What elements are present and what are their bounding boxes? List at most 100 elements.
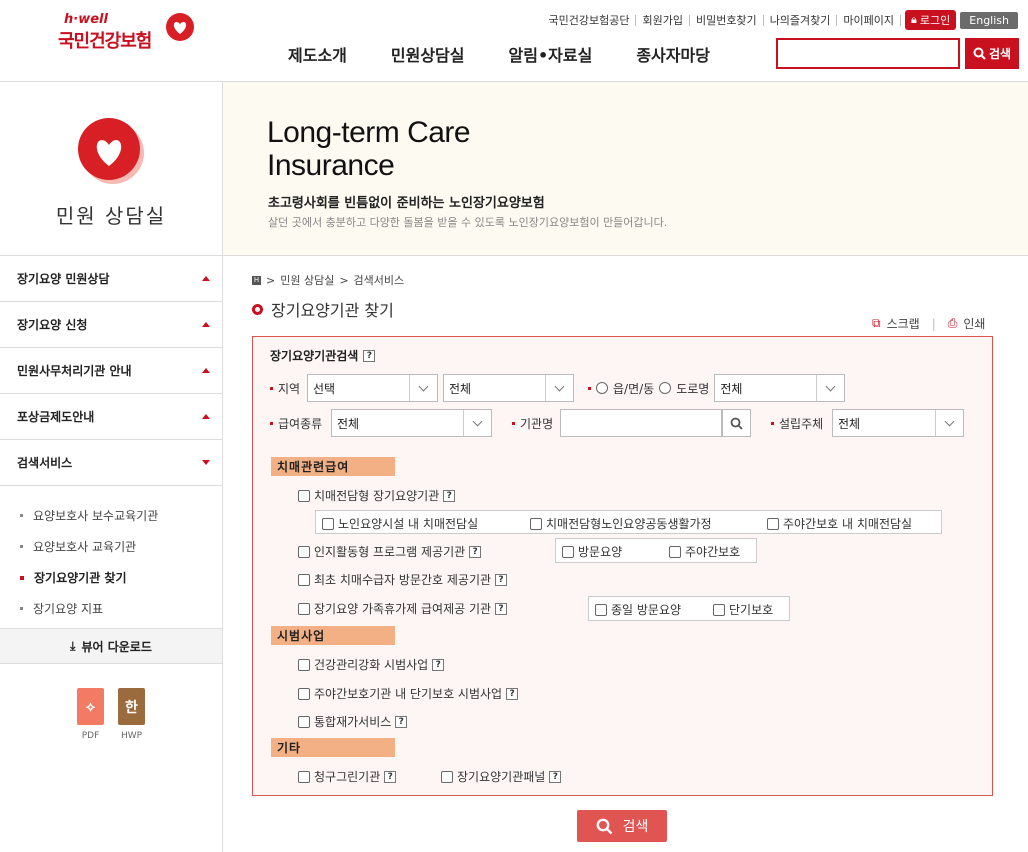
checkbox[interactable]	[562, 545, 574, 558]
link-nhis[interactable]: 국민건강보험공단	[543, 14, 637, 26]
submenu-item-caregiver-training[interactable]: 요양보호사 보수교육기관	[20, 500, 222, 531]
link-favorites[interactable]: 나의즐겨찾기	[764, 14, 838, 26]
org-search-button[interactable]	[722, 409, 751, 437]
checkbox[interactable]	[298, 770, 310, 783]
benefit-label: 급여종류	[270, 415, 331, 432]
radio-town[interactable]	[596, 382, 608, 394]
help-icon[interactable]: ?	[495, 573, 508, 586]
hwp-viewer-link[interactable]: 한 HWP	[118, 688, 145, 741]
checkbox[interactable]	[298, 658, 310, 671]
checkbox[interactable]	[767, 517, 779, 530]
logo-name: 국민건강보험	[58, 31, 152, 52]
viewer-download-button[interactable]: ⤓ 뷰어 다운로드	[0, 628, 222, 664]
check-label: 주야간보호기관 내 단기보호 시범사업	[314, 687, 503, 701]
breadcrumb-item[interactable]: 민원 상담실	[280, 272, 334, 288]
checkbox[interactable]	[441, 770, 453, 783]
header-search-button[interactable]: 검색	[965, 38, 1019, 69]
help-icon[interactable]: ?	[495, 602, 508, 615]
check-daycare-shortstay-pilot[interactable]: 주야간보호기관 내 단기보호 시범사업?	[298, 685, 519, 702]
check-first-dementia-nursing[interactable]: 최초 치매수급자 방문간호 제공기관?	[298, 571, 508, 588]
check-daycare-dementia-room[interactable]: 주야간보호 내 치매전담실	[767, 515, 912, 532]
help-icon[interactable]: ?	[384, 770, 397, 783]
pdf-viewer-link[interactable]: ⟡ PDF	[77, 688, 104, 741]
sidebar-item-ltc-counsel[interactable]: 장기요양 민원상담	[0, 256, 222, 302]
checkbox[interactable]	[713, 603, 725, 616]
region-select-city[interactable]: 전체	[443, 374, 574, 402]
nav-item-workers[interactable]: 종사자마당	[636, 42, 710, 66]
home-icon[interactable]: H	[252, 275, 261, 285]
check-short-term-care[interactable]: 단기보호	[713, 601, 773, 618]
help-icon[interactable]: ?	[363, 349, 376, 362]
check-cognitive-program[interactable]: 인지활동형 프로그램 제공기관?	[298, 543, 482, 560]
english-button[interactable]: English	[960, 11, 1018, 29]
help-icon[interactable]: ?	[469, 545, 482, 558]
sidebar-item-ltc-apply[interactable]: 장기요양 신청	[0, 302, 222, 348]
org-name-label-text: 기관명	[520, 416, 554, 431]
help-icon[interactable]: ?	[506, 687, 519, 700]
check-label: 인지활동형 프로그램 제공기관	[314, 545, 466, 559]
checkbox[interactable]	[298, 489, 310, 502]
print-button[interactable]: 인쇄	[963, 315, 985, 332]
help-icon[interactable]: ?	[395, 715, 408, 728]
check-home-visit-care[interactable]: 방문요양	[562, 543, 622, 560]
title-ring-icon	[252, 303, 263, 315]
region-label-text: 지역	[278, 381, 301, 396]
sidebar-item-label: 장기요양 신청	[17, 318, 88, 332]
submenu-item-ltc-index[interactable]: 장기요양 지표	[20, 593, 222, 624]
link-signup[interactable]: 회원가입	[636, 14, 690, 26]
nav-item-counsel[interactable]: 민원상담실	[391, 42, 465, 66]
submenu-item-caregiver-education[interactable]: 요양보호사 교육기관	[20, 531, 222, 562]
login-button[interactable]: 🔒︎ 로그인	[905, 10, 957, 30]
facility-search-button[interactable]: 검색	[577, 810, 667, 842]
check-health-pilot[interactable]: 건강관리강화 시범사업?	[298, 656, 445, 673]
checkbox[interactable]	[298, 573, 310, 586]
benefit-type-select[interactable]: 전체	[331, 409, 492, 437]
check-dementia-facility[interactable]: 치매전담형 장기요양기관?	[298, 487, 456, 504]
banner-title-line1: Long-term Care	[267, 116, 471, 149]
check-day-night-care[interactable]: 주야간보호	[669, 543, 740, 560]
region-select-province[interactable]: 선택	[307, 374, 438, 402]
region-select-detail[interactable]: 전체	[714, 374, 846, 402]
sidebar-item-office-guide[interactable]: 민원사무처리기관 안내	[0, 348, 222, 394]
checkbox[interactable]	[322, 517, 334, 530]
sidebar-item-reward[interactable]: 포상금제도안내	[0, 394, 222, 440]
check-facility-panel[interactable]: 장기요양기관패널?	[441, 768, 562, 785]
help-icon[interactable]: ?	[432, 658, 445, 671]
check-nursing-dementia-room[interactable]: 노인요양시설 내 치매전담실	[322, 515, 478, 532]
logo[interactable]: h·well 국민건강보험	[58, 12, 194, 53]
check-dementia-group-home[interactable]: 치매전담형노인요양공동생활가정	[530, 515, 712, 532]
banner-subtitle: 초고령사회를 빈틈없이 준비하는 노인장기요양보험	[268, 196, 545, 211]
breadcrumb-item[interactable]: 검색서비스	[354, 272, 405, 288]
sidebar-item-search-service[interactable]: 검색서비스	[0, 440, 222, 486]
founder-select[interactable]: 전체	[832, 409, 964, 437]
heart-emblem-icon	[78, 118, 144, 184]
nav-item-notice[interactable]: 알림•자료실	[509, 42, 593, 66]
checkbox[interactable]	[298, 687, 310, 700]
check-green-billing[interactable]: 청구그린기관?	[298, 768, 397, 785]
help-icon[interactable]: ?	[443, 489, 456, 502]
checkbox[interactable]	[298, 715, 310, 728]
checkbox[interactable]	[669, 545, 681, 558]
help-icon[interactable]: ?	[549, 770, 562, 783]
nav-item-intro[interactable]: 제도소개	[288, 42, 347, 66]
scrap-button[interactable]: 스크랩	[887, 315, 920, 332]
caret-up-icon	[202, 368, 210, 373]
checkbox[interactable]	[298, 602, 310, 615]
caret-up-icon	[202, 322, 210, 327]
header-search-input[interactable]	[776, 38, 960, 69]
checkbox[interactable]	[298, 545, 310, 558]
check-integrated-home-service[interactable]: 통합재가서비스?	[298, 713, 408, 730]
link-mypage[interactable]: 마이페이지	[837, 14, 902, 26]
check-label: 통합재가서비스	[314, 715, 392, 729]
submenu-item-find-facility[interactable]: 장기요양기관 찾기	[20, 562, 222, 593]
radio-road[interactable]	[659, 382, 672, 394]
search-icon	[596, 818, 612, 834]
print-icon: ⎙	[947, 316, 958, 330]
check-family-vacation[interactable]: 장기요양 가족휴가제 급여제공 기관?	[298, 600, 508, 617]
link-find-password[interactable]: 비밀번호찾기	[690, 14, 764, 26]
check-allday-home-care[interactable]: 종일 방문요양	[595, 601, 681, 618]
checkbox[interactable]	[530, 517, 542, 530]
org-name-input[interactable]	[560, 409, 722, 437]
sidebar: 민원 상담실 장기요양 민원상담 장기요양 신청 민원사무처리기관 안내 포상금…	[0, 82, 223, 852]
checkbox[interactable]	[595, 603, 607, 616]
